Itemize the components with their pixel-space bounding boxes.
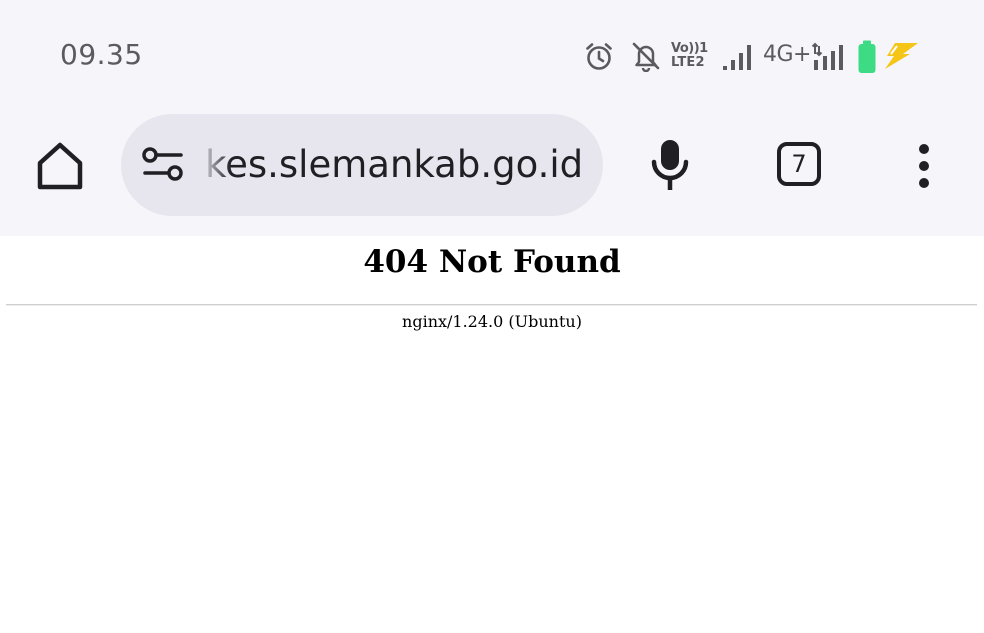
page-content: 404 Not Found nginx/1.24.0 (Ubuntu) xyxy=(0,236,984,633)
volte-label: Vo))1 xyxy=(671,41,708,56)
status-bar: 09.35 Vo))1 LTE2 4G+ xyxy=(0,0,984,112)
home-icon xyxy=(37,142,83,190)
signal-icon xyxy=(812,42,843,70)
omnibox[interactable]: kes.slemankab.go.id xyxy=(121,114,603,216)
alarm-icon xyxy=(586,43,612,70)
tab-switcher-button[interactable]: 7 xyxy=(777,142,821,186)
battery-icon xyxy=(858,40,876,73)
url-field[interactable]: kes.slemankab.go.id xyxy=(205,140,585,190)
url-text: kes.slemankab.go.id xyxy=(205,143,584,186)
error-heading: 404 Not Found xyxy=(363,244,621,280)
voice-search-button[interactable] xyxy=(640,134,700,196)
volte-icon: Vo))1 LTE2 xyxy=(671,41,708,70)
server-info: nginx/1.24.0 (Ubuntu) xyxy=(402,312,582,331)
browser-toolbar: kes.slemankab.go.id 7 xyxy=(0,112,984,236)
mic-icon xyxy=(651,140,689,190)
site-settings-icon[interactable] xyxy=(141,146,185,184)
bell-off-icon xyxy=(632,42,660,72)
lte-label: LTE2 xyxy=(671,55,705,70)
divider xyxy=(6,304,977,306)
charging-icon xyxy=(885,43,918,69)
more-vert-icon xyxy=(919,144,929,188)
home-button[interactable] xyxy=(30,136,90,196)
more-options-button[interactable] xyxy=(904,136,944,196)
tab-count: 7 xyxy=(791,150,807,178)
network-type-icon: 4G+ xyxy=(763,42,811,67)
status-time: 09.35 xyxy=(60,38,143,71)
signal-icon xyxy=(723,45,751,70)
